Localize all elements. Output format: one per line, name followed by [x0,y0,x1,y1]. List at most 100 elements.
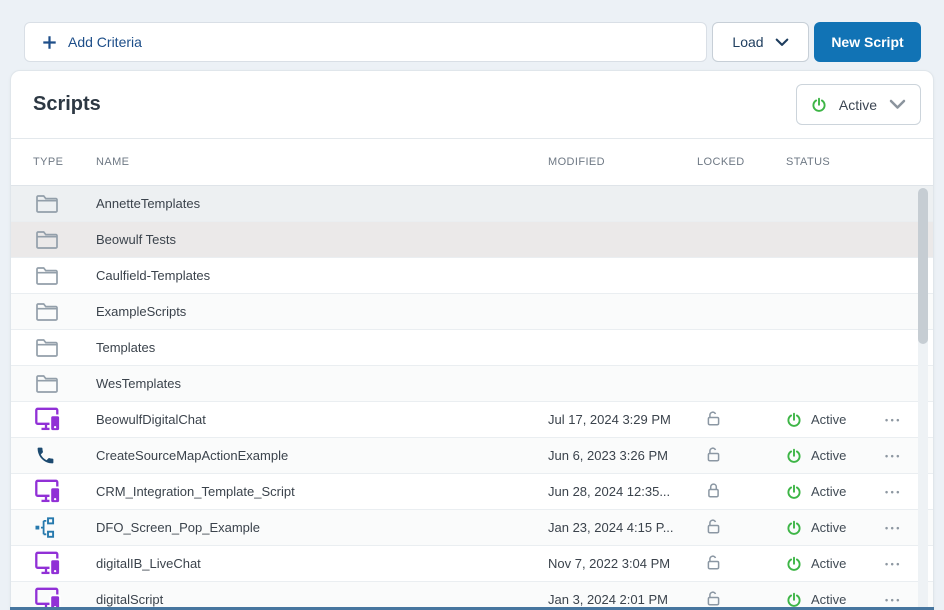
table-row[interactable]: Templates [11,330,933,366]
column-header-status[interactable]: STATUS [786,156,881,168]
load-button[interactable]: Load [712,22,809,62]
table-row[interactable]: AnnetteTemplates [11,186,933,222]
add-criteria-label: Add Criteria [68,34,142,50]
lock-open-icon [705,518,722,535]
phone-script-icon [35,445,56,466]
power-icon [786,520,802,536]
row-menu-button[interactable]: ••• [883,447,904,465]
new-script-button-label: New Script [831,34,903,50]
lock-cell [697,340,786,355]
column-header-name[interactable]: NAME [96,156,548,168]
script-name: CreateSourceMapActionExample [96,448,548,463]
script-name: Templates [96,340,548,355]
row-menu-button[interactable]: ••• [883,483,904,501]
add-criteria-bar[interactable]: Add Criteria [24,22,707,62]
scripts-panel: Scripts Active TYPE NAME MODIFIED LOCKED… [10,70,934,610]
panel-header: Scripts Active [11,71,933,139]
scrollbar-thumb[interactable] [918,188,928,344]
digital-script-icon [35,407,62,432]
column-header-type[interactable]: TYPE [33,156,96,168]
digital-script-icon [35,479,62,504]
script-name: digitalIB_LiveChat [96,556,548,571]
table-row[interactable]: DFO_Screen_Pop_Example Jan 23, 2024 4:15… [11,510,933,546]
table-body: AnnetteTemplates Beowulf Tests [11,186,933,610]
chevron-down-icon [775,38,789,47]
table-row[interactable]: CreateSourceMapActionExample Jun 6, 2023… [11,438,933,474]
table-row[interactable]: digitalScript Jan 3, 2024 2:01 PM Active… [11,582,933,610]
power-icon [786,484,802,500]
load-button-label: Load [732,34,763,50]
lock-cell [697,410,786,430]
status-filter-dropdown[interactable]: Active [796,84,921,125]
modified-date: Jun 6, 2023 3:26 PM [548,448,697,463]
lock-cell [697,268,786,283]
page-title: Scripts [33,93,101,116]
lock-cell [697,232,786,247]
folder-icon [35,265,59,286]
script-name: AnnetteTemplates [96,196,548,211]
table-row[interactable]: digitalIB_LiveChat Nov 7, 2022 3:04 PM A… [11,546,933,582]
lock-open-icon [705,410,722,427]
type-cell [33,445,96,466]
folder-icon [35,229,59,250]
power-icon [786,448,802,464]
script-name: WesTemplates [96,376,548,391]
type-cell [33,337,96,358]
table-row[interactable]: CRM_Integration_Template_Script Jun 28, … [11,474,933,510]
row-menu-button[interactable]: ••• [883,411,904,429]
lock-cell [697,482,786,502]
modified-date: Jan 23, 2024 4:15 P... [548,520,697,535]
type-cell [33,193,96,214]
row-menu-button[interactable]: ••• [883,591,904,609]
script-name: CRM_Integration_Template_Script [96,484,548,499]
status-cell: Active [786,556,881,572]
status-badge: Active [811,412,846,427]
table-header: TYPE NAME MODIFIED LOCKED STATUS [11,139,933,186]
lock-cell [697,304,786,319]
type-cell [33,265,96,286]
modified-date: Nov 7, 2022 3:04 PM [548,556,697,571]
status-cell: Active [786,448,881,464]
power-icon [811,97,827,113]
row-menu-button[interactable]: ••• [883,519,904,537]
table-row[interactable]: ExampleScripts [11,294,933,330]
row-menu-button[interactable]: ••• [883,555,904,573]
script-name: BeowulfDigitalChat [96,412,548,427]
lock-cell [697,376,786,391]
script-name: digitalScript [96,592,548,607]
digital-script-icon [35,551,62,576]
lock-closed-icon [705,482,722,499]
plus-icon [42,35,57,50]
lock-cell [697,446,786,466]
modified-date: Jan 3, 2024 2:01 PM [548,592,697,607]
table-row[interactable]: WesTemplates [11,366,933,402]
lock-cell [697,196,786,211]
modified-date: Jul 17, 2024 3:29 PM [548,412,697,427]
table-row[interactable]: BeowulfDigitalChat Jul 17, 2024 3:29 PM … [11,402,933,438]
type-cell [33,301,96,322]
lock-cell [697,554,786,574]
folder-icon [35,301,59,322]
status-cell: Active [786,520,881,536]
folder-icon [35,337,59,358]
power-icon [786,592,802,608]
power-icon [786,556,802,572]
column-header-modified[interactable]: MODIFIED [548,156,697,168]
type-cell [33,373,96,394]
folder-icon [35,373,59,394]
status-badge: Active [811,592,846,607]
toolbar: Add Criteria Load New Script [24,22,921,62]
chevron-down-icon [889,99,906,110]
power-icon [786,412,802,428]
table-row[interactable]: Beowulf Tests [11,222,933,258]
scrollbar[interactable] [918,187,928,610]
status-cell: Active [786,592,881,608]
scripts-page: Add Criteria Load New Script Scripts Act… [0,0,944,610]
new-script-button[interactable]: New Script [814,22,921,62]
lock-cell [697,518,786,538]
column-header-locked[interactable]: LOCKED [697,156,786,168]
modified-date: Jun 28, 2024 12:35... [548,484,697,499]
type-cell [33,479,96,504]
script-name: Caulfield-Templates [96,268,548,283]
table-row[interactable]: Caulfield-Templates [11,258,933,294]
